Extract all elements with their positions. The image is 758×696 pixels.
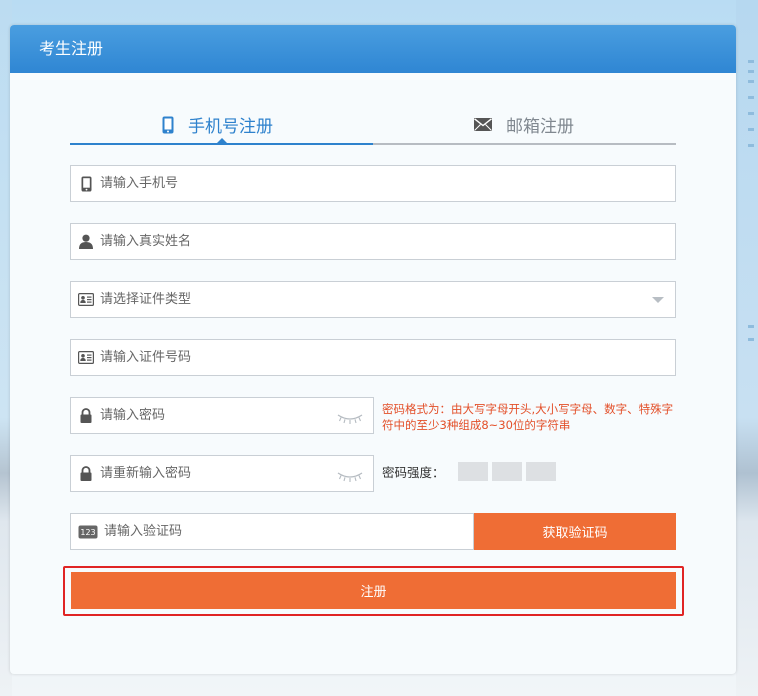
registration-card: 考生注册 手机号注册 邮箱注册 请输入手机号 请输入真实姓名 请选择证件类型 请… bbox=[10, 25, 736, 674]
password-confirm-input[interactable] bbox=[100, 456, 373, 491]
eye-closed-icon[interactable] bbox=[337, 410, 363, 429]
real-name-input[interactable] bbox=[100, 224, 675, 259]
password-format-hint: 密码格式为：由大写字母开头,大小写字母、数字、特殊字符中的至少3种组成8~30位… bbox=[382, 402, 674, 432]
strength-label: 密码强度： bbox=[382, 465, 445, 480]
phone-input[interactable] bbox=[100, 166, 675, 201]
password-field bbox=[70, 397, 374, 434]
tab-email-label: 邮箱注册 bbox=[506, 117, 574, 137]
id-card-icon bbox=[78, 350, 94, 366]
password-strength-meter: 密码强度： bbox=[382, 462, 560, 481]
strength-bar-medium bbox=[491, 462, 522, 481]
background-right bbox=[736, 0, 758, 696]
tab-email-registration[interactable]: 邮箱注册 bbox=[474, 104, 574, 145]
number-123-icon-text: 123 bbox=[80, 528, 95, 537]
phone-field bbox=[70, 165, 676, 202]
mobile-phone-icon bbox=[162, 116, 174, 134]
mobile-phone-icon bbox=[78, 176, 94, 192]
id-number-field bbox=[70, 339, 676, 376]
active-tab-caret bbox=[217, 138, 227, 143]
id-number-input[interactable] bbox=[100, 340, 675, 375]
name-field bbox=[70, 223, 676, 260]
lock-icon bbox=[78, 466, 94, 482]
tab-phone-label: 手机号注册 bbox=[188, 117, 273, 137]
id-type-select[interactable] bbox=[70, 281, 676, 318]
id-type-display[interactable] bbox=[100, 282, 675, 317]
strength-bar-strong bbox=[525, 462, 556, 481]
captcha-input[interactable] bbox=[104, 514, 473, 549]
strength-bar-weak bbox=[457, 462, 488, 481]
password-confirm-field bbox=[70, 455, 374, 492]
tab-bar: 手机号注册 邮箱注册 bbox=[70, 104, 676, 145]
user-icon bbox=[78, 234, 94, 250]
envelope-icon bbox=[474, 118, 492, 131]
get-verification-code-button[interactable]: 获取验证码 bbox=[474, 513, 676, 550]
register-submit-button[interactable]: 注册 bbox=[71, 572, 676, 609]
chevron-down-icon[interactable] bbox=[652, 297, 664, 303]
captcha-field: 123 bbox=[70, 513, 474, 550]
page-title: 考生注册 bbox=[10, 25, 736, 73]
active-tab-underline bbox=[70, 143, 373, 145]
id-card-icon bbox=[78, 292, 94, 308]
number-123-icon: 123 bbox=[78, 524, 98, 540]
submit-highlight-box: 注册 bbox=[63, 566, 684, 616]
lock-icon bbox=[78, 408, 94, 424]
eye-closed-icon[interactable] bbox=[337, 468, 363, 487]
password-input[interactable] bbox=[100, 398, 373, 433]
